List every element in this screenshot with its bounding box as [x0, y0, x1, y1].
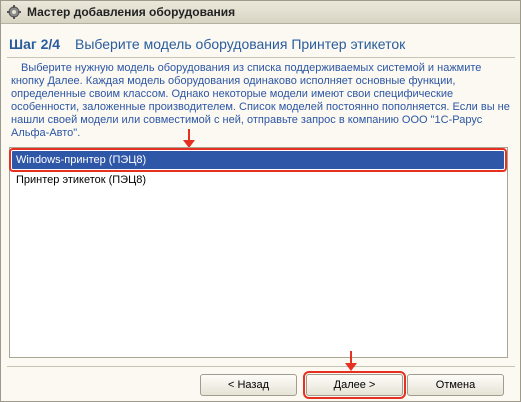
arrow-down-icon: [345, 351, 357, 371]
list-item-label: Принтер этикеток (ПЭЦ8): [16, 174, 146, 186]
window-title: Мастер добавления оборудования: [27, 5, 236, 19]
title-bar[interactable]: Мастер добавления оборудования: [1, 1, 520, 24]
list-item-windows-printer[interactable]: Windows-принтер (ПЭЦ8): [9, 148, 507, 172]
step-title: Выберите модель оборудования Принтер эти…: [75, 36, 406, 52]
list-item-label-printer[interactable]: Принтер этикеток (ПЭЦ8): [12, 171, 504, 189]
instructions-text: Выберите нужную модель оборудования из с…: [11, 62, 510, 139]
footer-divider: [7, 366, 515, 367]
header-divider: [7, 57, 515, 58]
arrow-down-icon: [183, 129, 195, 148]
model-list[interactable]: Windows-принтер (ПЭЦ8) Принтер этикеток …: [9, 147, 508, 358]
gear-icon: [6, 4, 22, 20]
cancel-button[interactable]: Отмена: [407, 374, 504, 396]
wizard-window: Мастер добавления оборудования Шаг 2/4 В…: [0, 0, 521, 402]
next-button[interactable]: Далее >: [303, 371, 406, 399]
list-item-label: Windows-принтер (ПЭЦ8): [16, 154, 147, 166]
back-button[interactable]: < Назад: [200, 374, 297, 396]
step-number: Шаг 2/4: [9, 36, 61, 52]
